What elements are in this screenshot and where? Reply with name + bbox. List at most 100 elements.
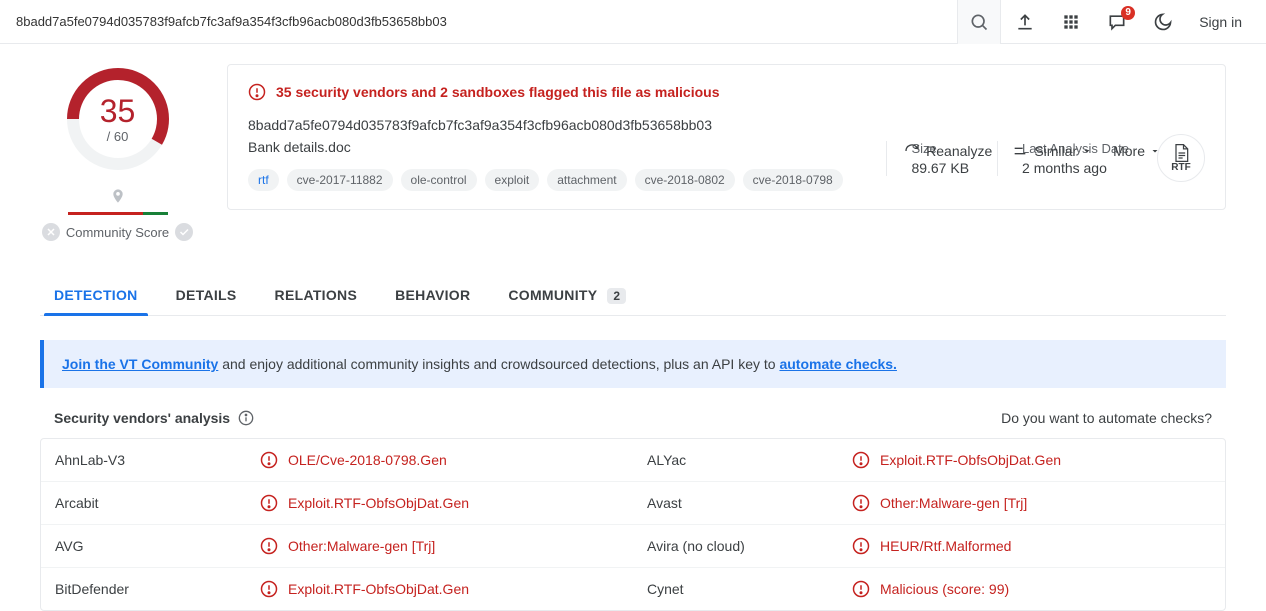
vendor-detection: Exploit.RTF-ObfsObjDat.Gen	[260, 580, 469, 598]
apps-icon	[1061, 12, 1081, 32]
table-row: AhnLab-V3OLE/Cve-2018-0798.GenALYacExplo…	[41, 439, 1225, 482]
tab-relations[interactable]: RELATIONS	[275, 275, 358, 315]
vendor-name: Arcabit	[55, 495, 260, 511]
vendor-cell: AVGOther:Malware-gen [Trj]	[41, 525, 633, 567]
alert-icon	[260, 494, 278, 512]
vendor-cell: ALYacExploit.RTF-ObfsObjDat.Gen	[633, 439, 1225, 481]
meta-row: Size 89.67 KB Last Analysis Date 2 month…	[886, 83, 1205, 191]
alert-icon	[260, 537, 278, 555]
automate-prompt[interactable]: Do you want to automate checks?	[1001, 410, 1212, 426]
tab-details[interactable]: DETAILS	[176, 275, 237, 315]
tab-behavior[interactable]: BEHAVIOR	[395, 275, 470, 315]
topbar-actions: 9 Sign in	[957, 0, 1254, 44]
vendors-title-text: Security vendors' analysis	[54, 410, 230, 426]
warning-icon	[248, 83, 266, 101]
vendor-name: AhnLab-V3	[55, 452, 260, 468]
join-community-link[interactable]: Join the VT Community	[62, 356, 218, 372]
alert-icon	[852, 494, 870, 512]
table-row: ArcabitExploit.RTF-ObfsObjDat.GenAvastOt…	[41, 482, 1225, 525]
filetype-label: RTF	[1171, 162, 1190, 173]
overview-section: 35 / 60 Community Score 35 security vend…	[40, 64, 1226, 241]
upload-button[interactable]	[1003, 0, 1047, 44]
card-actions: Reanalyze Similar More	[904, 143, 1161, 159]
search-button[interactable]	[957, 0, 1001, 44]
community-score-label: Community Score	[66, 225, 169, 240]
vendor-cell: BitDefenderExploit.RTF-ObfsObjDat.Gen	[41, 568, 633, 610]
flagged-summary: 35 security vendors and 2 sandboxes flag…	[276, 84, 720, 100]
vendor-detection: OLE/Cve-2018-0798.Gen	[260, 451, 447, 469]
tag-cve-2018-0802[interactable]: cve-2018-0802	[635, 169, 735, 191]
details-card: 35 security vendors and 2 sandboxes flag…	[227, 64, 1226, 210]
score-bar	[68, 212, 168, 215]
info-icon[interactable]	[238, 410, 254, 426]
tags-row: rtf cve-2017-11882 ole-control exploit attac…	[248, 169, 862, 191]
tag-cve-2018-0798[interactable]: cve-2018-0798	[743, 169, 843, 191]
notification-count: 9	[1121, 6, 1135, 20]
more-button[interactable]: More	[1113, 143, 1161, 159]
chevron-down-icon	[1149, 145, 1161, 157]
vendors-title: Security vendors' analysis	[54, 410, 254, 426]
vendor-name: BitDefender	[55, 581, 260, 597]
alert-icon	[260, 451, 278, 469]
automate-checks-link[interactable]: automate checks.	[779, 356, 897, 372]
chevron-down-icon	[1081, 145, 1093, 157]
reanalyze-label: Reanalyze	[926, 143, 992, 159]
vendor-detection: Other:Malware-gen [Trj]	[852, 494, 1027, 512]
tag-attachment[interactable]: attachment	[547, 169, 626, 191]
vendors-table: AhnLab-V3OLE/Cve-2018-0798.GenALYacExplo…	[40, 438, 1226, 611]
vendor-name: ALYac	[647, 452, 852, 468]
vendor-detection: HEUR/Rtf.Malformed	[852, 537, 1011, 555]
file-icon	[1171, 142, 1191, 164]
tab-detection[interactable]: DETECTION	[54, 275, 138, 315]
tab-community-count: 2	[607, 288, 626, 304]
community-banner: Join the VT Community and enjoy addition…	[40, 340, 1226, 388]
vendor-detection: Exploit.RTF-ObfsObjDat.Gen	[852, 451, 1061, 469]
tag-rtf[interactable]: rtf	[248, 169, 279, 191]
search-icon	[969, 12, 989, 32]
apps-button[interactable]	[1049, 0, 1093, 44]
check-icon	[175, 223, 193, 241]
tag-cve-2017-11882[interactable]: cve-2017-11882	[287, 169, 393, 191]
vendor-name: Avast	[647, 495, 852, 511]
filetype-badge: RTF	[1157, 134, 1205, 182]
score-column: 35 / 60 Community Score	[40, 64, 195, 241]
alert-icon	[852, 451, 870, 469]
community-score-row: Community Score	[42, 223, 193, 241]
score-denominator: / 60	[107, 129, 129, 144]
similar-label: Similar	[1034, 143, 1077, 159]
date-value: 2 months ago	[1022, 160, 1129, 176]
tabs: DETECTION DETAILS RELATIONS BEHAVIOR COM…	[40, 275, 1226, 316]
tag-exploit[interactable]: exploit	[485, 169, 540, 191]
vendor-detection: Other:Malware-gen [Trj]	[260, 537, 435, 555]
vendors-header: Security vendors' analysis Do you want t…	[40, 410, 1226, 426]
similar-button[interactable]: Similar	[1012, 143, 1093, 159]
vendor-cell: AhnLab-V3OLE/Cve-2018-0798.Gen	[41, 439, 633, 481]
file-hash: 8badd7a5fe0794d035783f9afcb7fc3af9a354f3…	[248, 117, 862, 133]
notifications-button[interactable]: 9	[1095, 0, 1139, 44]
vendor-cell: Avira (no cloud)HEUR/Rtf.Malformed	[633, 525, 1225, 567]
size-value: 89.67 KB	[911, 160, 969, 176]
alert-icon	[852, 537, 870, 555]
table-row: AVGOther:Malware-gen [Trj]Avira (no clou…	[41, 525, 1225, 568]
theme-button[interactable]	[1141, 0, 1185, 44]
score-numerator: 35	[100, 95, 136, 127]
moon-icon	[1153, 12, 1173, 32]
pin-icon	[110, 186, 126, 206]
page-container: 35 / 60 Community Score 35 security vend…	[0, 44, 1266, 611]
tab-community-label: COMMUNITY	[508, 287, 597, 303]
upload-icon	[1015, 12, 1035, 32]
topbar-hash: 8badd7a5fe0794d035783f9afcb7fc3af9a354f3…	[12, 14, 957, 29]
detection-gauge: 35 / 60	[63, 64, 173, 174]
tab-community[interactable]: COMMUNITY 2	[508, 275, 626, 315]
reanalyze-icon	[904, 143, 920, 159]
vendor-cell: ArcabitExploit.RTF-ObfsObjDat.Gen	[41, 482, 633, 524]
table-row: BitDefenderExploit.RTF-ObfsObjDat.GenCyn…	[41, 568, 1225, 610]
vendor-cell: AvastOther:Malware-gen [Trj]	[633, 482, 1225, 524]
tag-ole-control[interactable]: ole-control	[401, 169, 477, 191]
topbar: 8badd7a5fe0794d035783f9afcb7fc3af9a354f3…	[0, 0, 1266, 44]
similar-icon	[1012, 143, 1028, 159]
reanalyze-button[interactable]: Reanalyze	[904, 143, 992, 159]
signin-link[interactable]: Sign in	[1187, 14, 1254, 30]
x-icon	[42, 223, 60, 241]
alert-icon	[260, 580, 278, 598]
